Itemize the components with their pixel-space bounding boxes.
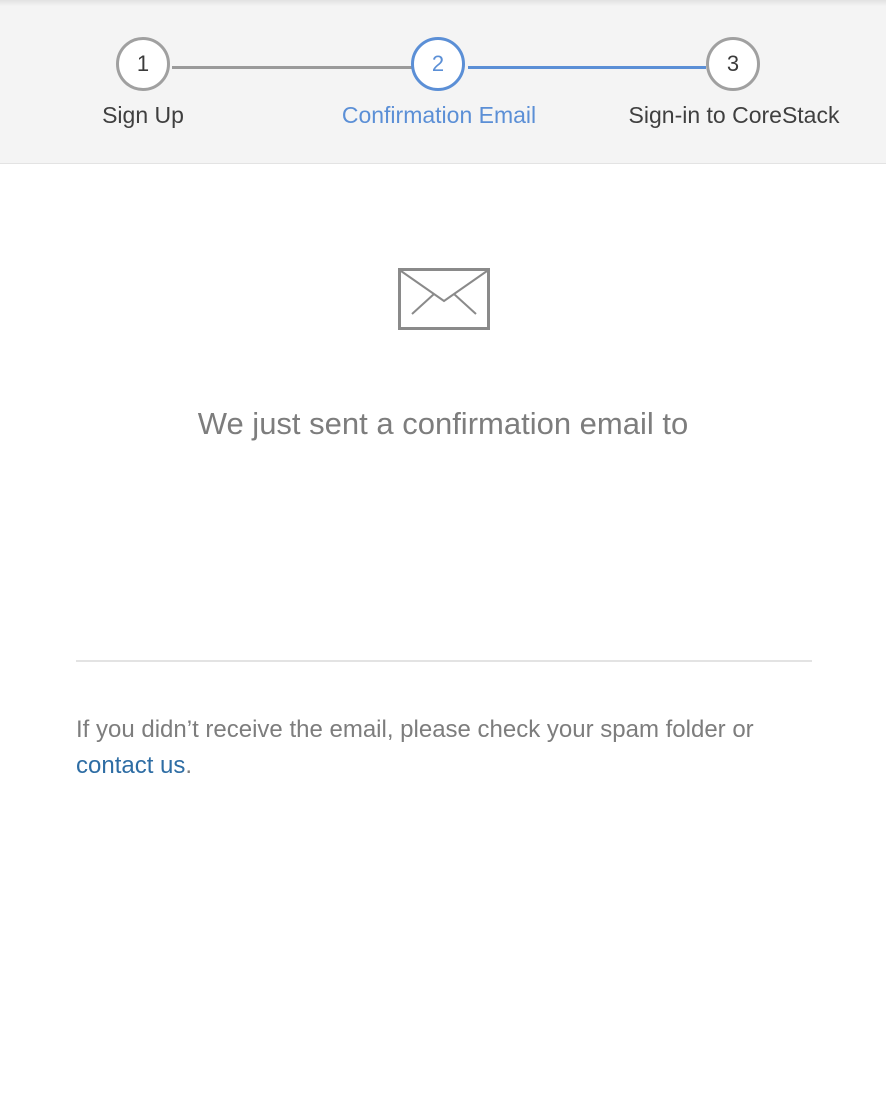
- step-connector-1-2: [172, 66, 412, 69]
- confirmation-page: 1 2 3 Sign Up Confirmation Email Sign-in…: [0, 0, 886, 1110]
- divider: [76, 660, 812, 662]
- step-1-circle: 1: [116, 37, 170, 91]
- envelope-icon: [398, 268, 490, 330]
- help-text-body: If you didn’t receive the email, please …: [76, 716, 754, 743]
- step-connector-2-3: [468, 66, 706, 69]
- step-3-circle: 3: [706, 37, 760, 91]
- progress-stepper: 1 2 3 Sign Up Confirmation Email Sign-in…: [0, 6, 886, 164]
- contact-us-link[interactable]: contact us: [76, 752, 185, 779]
- help-text-period: .: [185, 752, 193, 779]
- step-2-label: Confirmation Email: [341, 102, 537, 128]
- step-3-label: Sign-in to CoreStack: [628, 102, 840, 128]
- step-2-circle: 2: [411, 37, 465, 91]
- step-1-label: Sign Up: [102, 102, 184, 128]
- confirmation-headline: We just sent a confirmation email to: [197, 406, 689, 441]
- help-text: If you didn’t receive the email, please …: [76, 712, 816, 784]
